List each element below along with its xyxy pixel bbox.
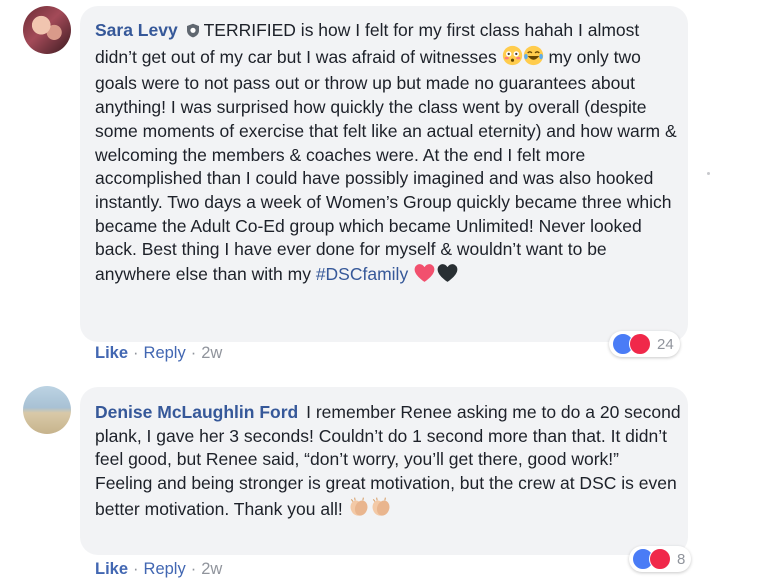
comment-author[interactable]: Denise McLaughlin Ford: [95, 402, 298, 422]
red-heart-icon: [413, 262, 436, 290]
comment-actions: Like · Reply · 2w: [95, 560, 222, 579]
reaction-count: 8: [677, 550, 686, 568]
separator: ·: [190, 560, 197, 578]
clapping-hands-icon: [370, 496, 392, 525]
reactions-summary[interactable]: 8: [629, 546, 692, 572]
love-reaction-icon: [649, 548, 671, 570]
reaction-count: 24: [657, 335, 674, 353]
separator: ·: [190, 344, 197, 362]
avatar-denise-mclaughlin-ford[interactable]: [23, 386, 71, 434]
avatar-sara-levy[interactable]: [23, 6, 71, 54]
reply-button[interactable]: Reply: [144, 344, 186, 362]
reply-button[interactable]: Reply: [144, 560, 186, 578]
shield-icon: [186, 21, 200, 45]
separator: ·: [133, 344, 139, 362]
timestamp[interactable]: 2w: [201, 344, 222, 362]
comment-body: Sara Levy TERRIFIED is how I felt for my…: [95, 19, 681, 290]
like-button[interactable]: Like: [95, 344, 128, 362]
hashtag-link[interactable]: #DSCfamily: [316, 264, 408, 284]
timestamp[interactable]: 2w: [201, 560, 222, 578]
love-reaction-icon: [629, 333, 651, 355]
reactions-summary[interactable]: 24: [609, 331, 680, 357]
divider-dot: [707, 172, 710, 175]
clapping-hands-icon: [348, 496, 370, 525]
tears-of-joy-icon: [523, 45, 544, 73]
comment-actions: Like · Reply · 2w: [95, 344, 222, 363]
comment-text: my only two goals were to not pass out o…: [95, 46, 677, 285]
like-button[interactable]: Like: [95, 560, 128, 578]
black-heart-icon: [436, 262, 459, 290]
separator: ·: [133, 560, 139, 578]
comment-body: Denise McLaughlin Ford I remember Renee …: [95, 401, 681, 525]
flushed-face-icon: [502, 45, 523, 73]
comment-author[interactable]: Sara Levy: [95, 20, 178, 40]
